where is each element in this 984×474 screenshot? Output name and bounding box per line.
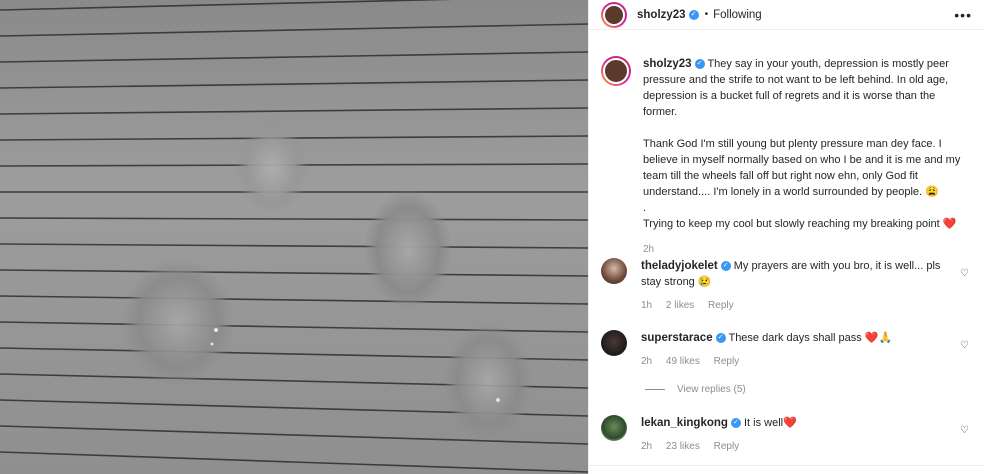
comment-meta: 2h 23 likes Reply [641,439,961,455]
comment-text: It is well [743,417,784,429]
comment-username[interactable]: lekan_kingkong [641,417,728,429]
reply-button[interactable]: Reply [708,300,734,311]
reply-button[interactable]: Reply [714,356,740,367]
lined-paper-illustration [0,0,588,473]
post-image[interactable] [0,0,588,474]
caption-time[interactable]: 2h [643,242,970,258]
comment-likes[interactable]: 49 likes [666,356,700,367]
commenter-avatar[interactable] [601,415,627,441]
comment-item: lekan_kingkong ✓ It is well❤️ 2h 23 likes… [601,415,973,455]
comment-meta: 2h 49 likes Reply [641,354,961,370]
caption-dot-line: . [643,202,647,214]
author-username[interactable]: sholzy23 [637,9,686,21]
comment-item: superstarace ✓ These dark days shall pass… [601,330,973,370]
commenter-avatar[interactable] [601,330,627,356]
heart-outline-icon[interactable]: ♡ [960,268,969,279]
heart-emoji: ❤️ [942,218,957,230]
header-separator: • [704,9,709,20]
following-button[interactable]: Following [713,9,762,21]
comment-likes[interactable]: 2 likes [666,300,694,311]
comment-likes[interactable]: 23 likes [666,441,700,452]
replies-divider [645,389,665,390]
post-header: sholzy23 ✓ • Following ••• [589,0,984,30]
post-detail-panel: sholzy23 ✓ • Following ••• sholzy23 ✓ The… [588,0,984,474]
verified-badge-icon: ✓ [720,261,731,272]
caption-username[interactable]: sholzy23 [643,58,692,70]
comment-time[interactable]: 2h [641,356,652,367]
caption-text: sholzy23 ✓ They say in your youth, depres… [643,56,970,258]
comment-meta: 1h 2 likes Reply [641,298,961,314]
verified-badge-icon: ✓ [715,333,726,344]
view-replies-label[interactable]: View replies (5) [677,384,746,395]
comment-time[interactable]: 1h [641,300,652,311]
caption-paragraph-2: Thank God I'm still young but plenty pre… [643,138,961,198]
commenter-avatar[interactable] [601,258,627,284]
reply-button[interactable]: Reply [714,441,740,452]
comment-time[interactable]: 2h [641,441,652,452]
panel-divider [589,465,984,466]
verified-badge-icon: ✓ [694,59,705,70]
crying-face-emoji: 😢 [697,276,712,288]
comment-username[interactable]: superstarace [641,332,713,344]
comment-username[interactable]: theladyjokelet [641,260,718,272]
more-options-icon[interactable]: ••• [954,7,972,23]
comment-text: These dark days shall pass [728,332,862,344]
comment-item: theladyjokelet ✓ My prayers are with you … [601,258,973,314]
caption-avatar[interactable] [601,56,631,86]
heart-outline-icon[interactable]: ♡ [960,425,969,436]
verified-badge-icon: ✓ [730,418,741,429]
weary-face-emoji: 😩 [925,186,939,198]
author-avatar[interactable] [601,1,627,28]
heart-emoji: ❤️ [783,417,797,429]
caption-paragraph-3: Trying to keep my cool but slowly reachi… [643,218,940,230]
view-replies-button[interactable]: View replies (5) [645,384,746,395]
heart-pray-emoji: ❤️🙏 [864,332,893,344]
verified-badge-icon: ✓ [688,9,699,20]
heart-outline-icon[interactable]: ♡ [960,340,969,351]
caption: sholzy23 ✓ They say in your youth, depres… [589,30,984,258]
